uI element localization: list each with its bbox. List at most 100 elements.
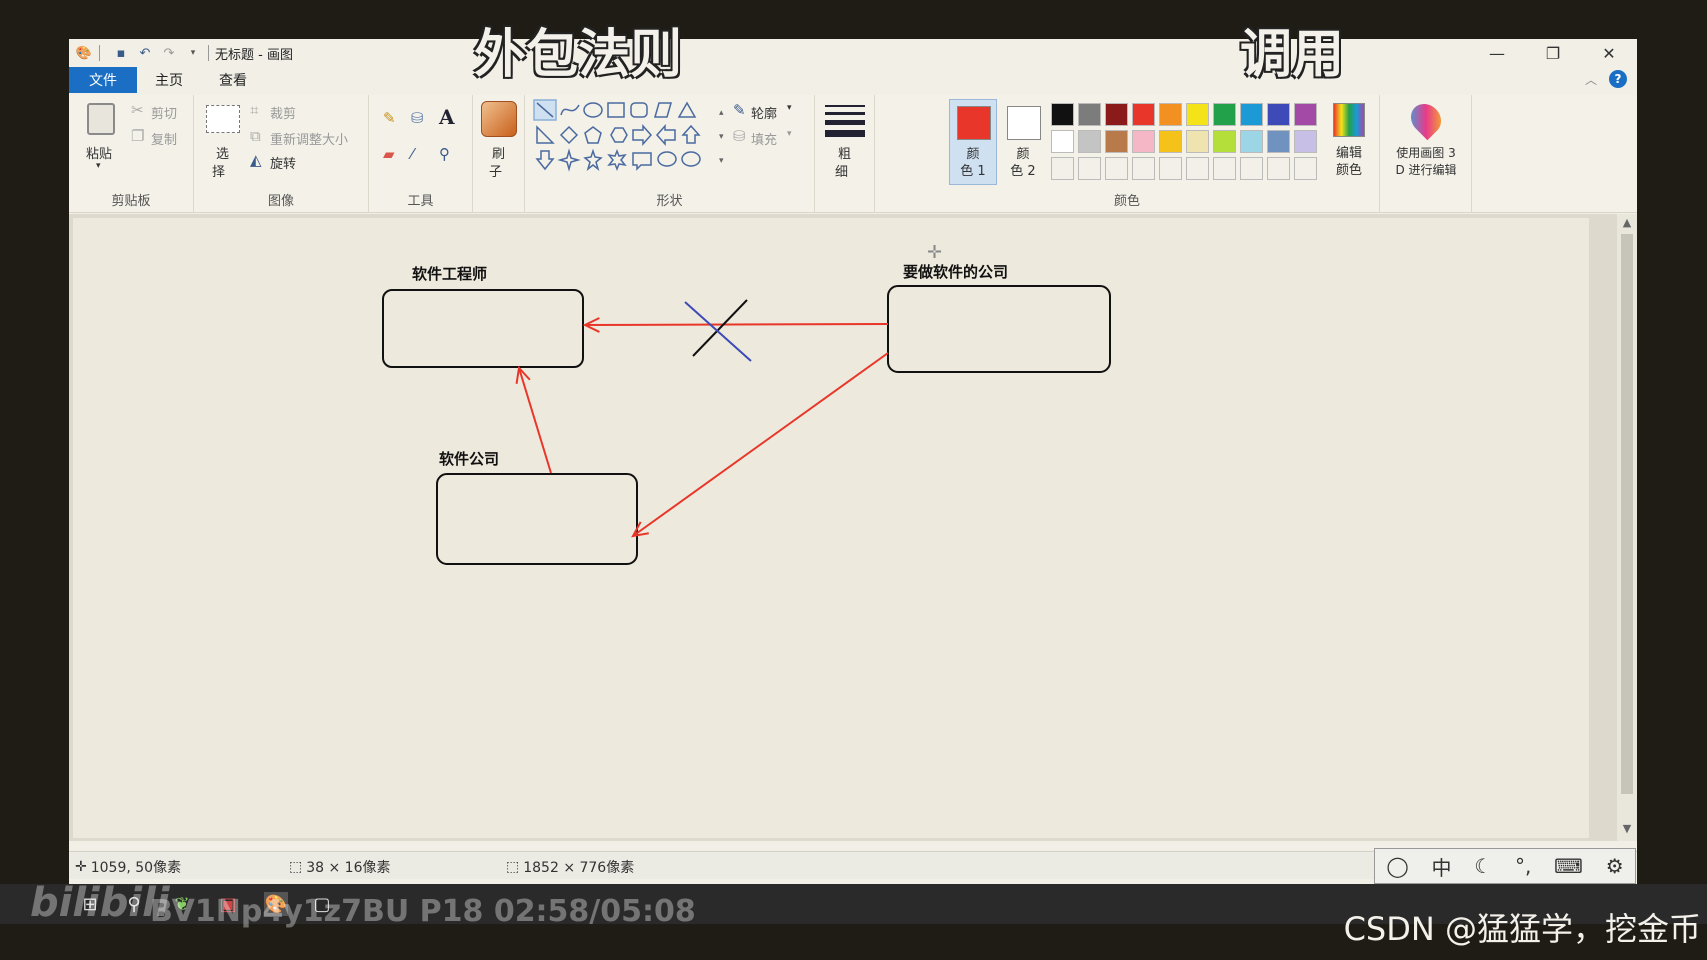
window-controls: — ❐ ✕ [1469, 39, 1637, 67]
title-bar: 🎨 ▪ ↶ ↷ ▾ 无标题 - 画图 — ❐ ✕ [69, 39, 1637, 67]
crop-button[interactable]: 裁剪 [270, 103, 296, 122]
bilibili-watermark: BV1Np4y1z7BU P18 02:58/05:08 [150, 894, 696, 929]
save-icon[interactable]: ▪ [112, 44, 130, 62]
magnifier-icon[interactable]: ⚲ [439, 145, 450, 163]
shapes-scroll-arrows[interactable]: ▴ ▾ ▾ [719, 101, 724, 173]
undo-icon[interactable]: ↶ [136, 44, 154, 62]
redo-icon[interactable]: ↷ [160, 44, 178, 62]
palette-swatch[interactable] [1213, 103, 1236, 126]
collapse-ribbon-icon[interactable]: ︿ [1585, 71, 1597, 88]
eraser-icon[interactable]: ▰ [383, 145, 395, 163]
clipboard-group-label: 剪贴板 [111, 194, 151, 209]
brushes-label-2: 子 [489, 165, 503, 180]
edit-colors-label: 编辑 颜色 [1335, 146, 1362, 178]
color2-button[interactable]: 颜色 2 [999, 99, 1047, 185]
resize-button[interactable]: 重新调整大小 [270, 129, 348, 148]
ribbon: 粘贴 ▾ ✂ 剪切 ❐ 复制 剪贴板 选 择 ⌗ 裁剪 ⧉ 重新调整大小 ◭ 旋… [69, 95, 1637, 213]
outline-button[interactable]: 轮廓 [751, 103, 777, 122]
settings-icon[interactable]: ⚙ [1606, 854, 1624, 878]
palette-swatch[interactable] [1051, 130, 1074, 153]
color-picker-icon[interactable]: ⁄ [411, 145, 414, 163]
label-client-company: 要做软件的公司 [903, 263, 1009, 281]
palette-swatch[interactable] [1105, 103, 1128, 126]
copy-button[interactable]: 复制 [151, 129, 177, 148]
palette-swatch[interactable] [1267, 103, 1290, 126]
rotate-icon: ◭ [250, 151, 262, 169]
palette-swatch[interactable] [1105, 130, 1128, 153]
tab-view[interactable]: 查看 [201, 67, 265, 93]
palette-swatch[interactable] [1132, 130, 1155, 153]
clipboard-icon [87, 103, 115, 135]
text-tool-icon[interactable]: A [439, 105, 455, 129]
rotate-button[interactable]: 旋转 [270, 153, 296, 172]
crosshair-cursor-icon: ✛ [927, 242, 943, 263]
palette-swatch[interactable] [1294, 103, 1317, 126]
shapes-gallery[interactable] [533, 99, 713, 175]
palette-swatch[interactable] [1267, 130, 1290, 153]
selection-size: 38 × 16像素 [306, 860, 391, 876]
edit-colors-button[interactable]: 编辑 颜色 [1321, 99, 1377, 183]
fill-dropdown-icon[interactable]: ▾ [787, 129, 792, 139]
palette-swatch[interactable] [1267, 157, 1290, 180]
cut-button[interactable]: 剪切 [151, 103, 177, 122]
scroll-thumb[interactable] [1621, 234, 1633, 794]
size-button[interactable]: 粗 细 [821, 99, 869, 183]
palette-swatch[interactable] [1213, 157, 1236, 180]
scroll-up-icon[interactable]: ▲ [1617, 216, 1637, 229]
float-icon-1[interactable]: ◯ [1386, 854, 1408, 878]
moon-icon[interactable]: ☾ [1474, 854, 1492, 878]
keyboard-icon[interactable]: ⌨ [1554, 854, 1583, 878]
fill-bucket-icon[interactable]: ⛁ [411, 109, 424, 127]
palette-swatch[interactable] [1294, 130, 1317, 153]
palette-swatch[interactable] [1051, 157, 1074, 180]
palette-swatch[interactable] [1186, 103, 1209, 126]
float-icon-4[interactable]: °, [1515, 854, 1531, 878]
select-label-1: 选 [216, 147, 230, 162]
minimize-button[interactable]: — [1469, 39, 1525, 67]
palette-swatch[interactable] [1132, 103, 1155, 126]
tab-home[interactable]: 主页 [137, 67, 201, 93]
palette-swatch[interactable] [1186, 157, 1209, 180]
vertical-scrollbar[interactable]: ▲ ▼ [1617, 214, 1637, 841]
maximize-button[interactable]: ❐ [1525, 39, 1581, 67]
box-software-company [436, 473, 638, 565]
paint-app-icon[interactable]: 🎨 [75, 44, 93, 62]
palette-swatch[interactable] [1159, 130, 1182, 153]
outline-icon: ✎ [733, 101, 746, 119]
palette-swatch[interactable] [1213, 130, 1236, 153]
palette-swatch[interactable] [1078, 103, 1101, 126]
palette-swatch[interactable] [1240, 157, 1263, 180]
palette-swatch[interactable] [1240, 130, 1263, 153]
close-button[interactable]: ✕ [1581, 39, 1637, 67]
size-label-2: 细 [835, 165, 849, 180]
image-group: 选 择 ⌗ 裁剪 ⧉ 重新调整大小 ◭ 旋转 图像 [194, 95, 369, 213]
palette-swatch[interactable] [1159, 103, 1182, 126]
box-client-company [887, 285, 1111, 373]
palette-swatch[interactable] [1078, 157, 1101, 180]
palette-swatch[interactable] [1186, 130, 1209, 153]
float-icon-2[interactable]: 中 [1432, 852, 1452, 881]
fill-button[interactable]: 填充 [751, 129, 777, 148]
palette-swatch[interactable] [1105, 157, 1128, 180]
palette-swatch[interactable] [1051, 103, 1074, 126]
ribbon-right-controls: ︿ ? [1585, 70, 1627, 88]
tab-file[interactable]: 文件 [69, 67, 137, 93]
palette-swatch[interactable] [1294, 157, 1317, 180]
paint3d-button[interactable]: 使用画图 3D 进行编辑 [1384, 97, 1468, 183]
color1-button[interactable]: 颜色 1 [949, 99, 997, 185]
drawing-canvas[interactable]: 软件工程师 要做软件的公司 软件公司 ✛ [73, 218, 1589, 838]
outline-dropdown-icon[interactable]: ▾ [787, 103, 792, 113]
select-button[interactable]: 选 择 [202, 99, 242, 183]
palette-swatch[interactable] [1240, 103, 1263, 126]
color1-label: 颜色 1 [960, 147, 986, 179]
customize-quick-access-icon[interactable]: ▾ [184, 44, 202, 62]
palette-swatch[interactable] [1159, 157, 1182, 180]
palette-swatch[interactable] [1078, 130, 1101, 153]
help-icon[interactable]: ? [1609, 70, 1627, 88]
paste-dropdown-icon: ▾ [96, 161, 101, 171]
pencil-icon[interactable]: ✎ [383, 109, 396, 127]
brushes-button[interactable]: 刷 子 [477, 99, 521, 183]
paste-button[interactable]: 粘贴 ▾ [79, 99, 121, 179]
scroll-down-icon[interactable]: ▼ [1617, 822, 1637, 835]
palette-swatch[interactable] [1132, 157, 1155, 180]
